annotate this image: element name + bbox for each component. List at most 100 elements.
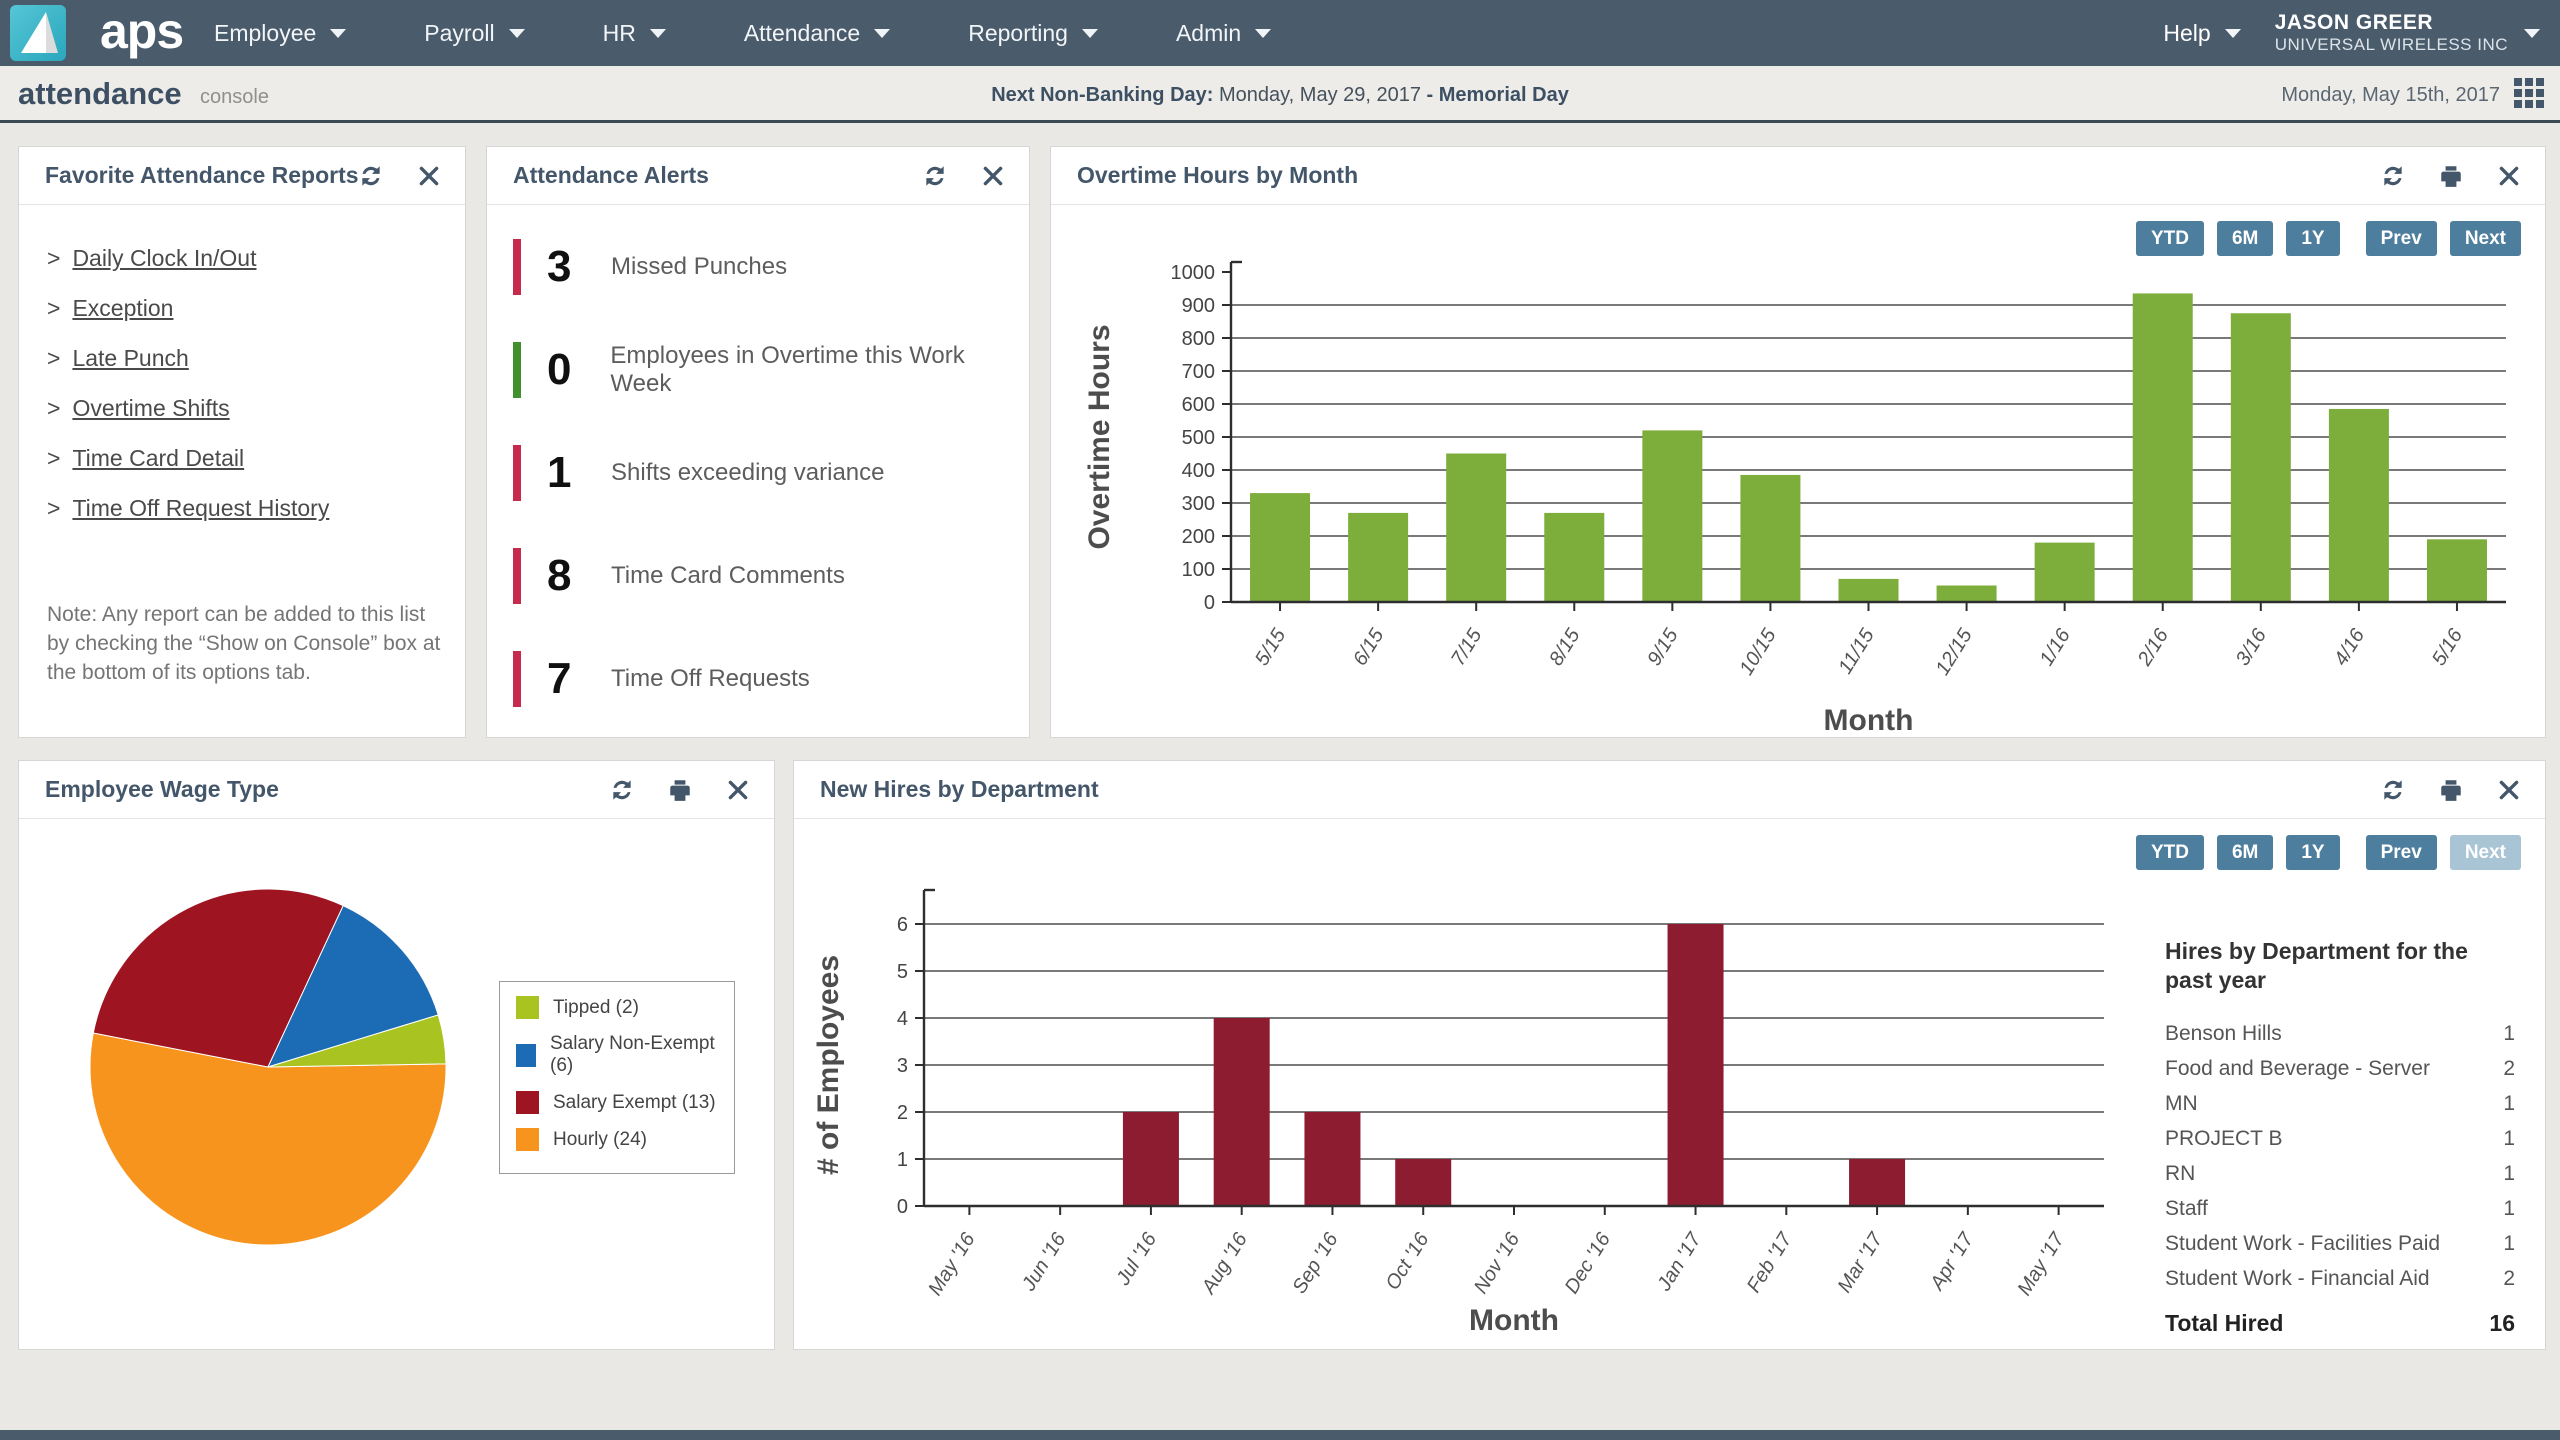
refresh-icon[interactable] [2379,162,2407,190]
range-button-next[interactable]: Next [2450,835,2521,870]
alert-status-bar [513,239,521,295]
close-icon[interactable] [2495,162,2523,190]
non-banking-day-banner: Next Non-Banking Day: Monday, May 29, 20… [991,84,1569,107]
bar-10-15 [1740,475,1800,602]
y-tick-label: 800 [1182,328,1215,350]
alert-label: Time Card Comments [611,562,845,590]
refresh-icon[interactable] [608,776,636,804]
user-menu[interactable]: JASON GREER UNIVERSAL WIRELESS INC [2275,11,2540,55]
close-icon[interactable] [415,162,443,190]
y-tick-label: 300 [1182,493,1215,515]
bar-4-16 [2329,409,2389,602]
panel-title: Overtime Hours by Month [1077,162,1358,189]
panel-title: Employee Wage Type [45,776,279,803]
y-tick-label: 5 [897,961,908,983]
y-tick-label: 700 [1182,361,1215,383]
range-button-6m[interactable]: 6M [2217,221,2273,256]
report-link-late-punch[interactable]: Late Punch [72,345,188,371]
current-date: Monday, May 15th, 2017 [2281,84,2500,107]
favorite-reports-list: >Daily Clock In/Out>Exception>Late Punch… [19,205,465,522]
alert-row-employees-in-overtime-this-work-week[interactable]: 0Employees in Overtime this Work Week [513,342,1029,398]
report-link-daily-clock-in-out[interactable]: Daily Clock In/Out [72,245,256,271]
dashboard-grid-icon[interactable] [2514,78,2544,108]
alerts-list: 3Missed Punches 0Employees in Overtime th… [487,205,1029,737]
range-button-1y[interactable]: 1Y [2286,221,2339,256]
y-tick-label: 400 [1182,460,1215,482]
report-link-time-card-detail[interactable]: Time Card Detail [72,445,244,471]
nav-item-label: Payroll [424,20,494,47]
hires-by-department-table: Hires by Department for the past year Be… [2165,937,2515,1337]
department-name: Benson Hills [2165,1021,2445,1047]
range-button-ytd[interactable]: YTD [2136,835,2204,870]
department-count: 1 [2503,1022,2515,1046]
bar-5-15 [1250,493,1310,602]
x-axis-title: Month [1824,704,1914,737]
nav-item-payroll[interactable]: Payroll [424,20,524,47]
print-icon[interactable] [2437,162,2465,190]
new-hires-panel: New Hires by Department YTD6M1YPrevNext … [793,760,2546,1350]
alert-status-bar [513,651,521,707]
panel-title: New Hires by Department [820,776,1099,803]
nav-item-admin[interactable]: Admin [1176,20,1271,47]
x-tick-label: Nov '16 [1470,1228,1525,1297]
range-button-ytd[interactable]: YTD [2136,221,2204,256]
refresh-icon[interactable] [2379,776,2407,804]
range-button-6m[interactable]: 6M [2217,835,2273,870]
x-tick-label: 5/15 [1251,624,1291,669]
nav-item-attendance[interactable]: Attendance [744,20,890,47]
x-tick-label: Dec '16 [1561,1228,1616,1297]
range-button-next[interactable]: Next [2450,221,2521,256]
brand-wordmark[interactable]: aps [100,2,183,60]
favorites-panel: Favorite Attendance Reports >Daily Clock… [18,146,466,738]
alerts-panel: Attendance Alerts 3Missed Punches0Employ… [486,146,1030,738]
x-tick-label: Apr '17 [1926,1228,1979,1294]
report-link-exception[interactable]: Exception [72,295,173,321]
nav-item-employee[interactable]: Employee [214,20,346,47]
user-company: UNIVERSAL WIRELESS INC [2275,35,2508,55]
range-button-prev[interactable]: Prev [2366,835,2437,870]
x-axis-title: Month [1469,1304,1559,1337]
table-row: RN1 [2165,1161,2515,1187]
table-row: Student Work - Facilities Paid1 [2165,1231,2515,1257]
aps-logo-icon[interactable] [10,5,66,61]
y-tick-label: 4 [897,1008,908,1030]
bar-11-15 [1839,579,1899,602]
close-icon[interactable] [979,162,1007,190]
alert-row-time-card-comments[interactable]: 8Time Card Comments [513,548,1029,604]
alert-label: Shifts exceeding variance [611,459,885,487]
bar-5-16 [2427,539,2487,602]
alert-row-missed-punches[interactable]: 3Missed Punches [513,239,1029,295]
range-button-prev[interactable]: Prev [2366,221,2437,256]
report-list-item: >Time Card Detail [47,445,465,472]
report-link-overtime-shifts[interactable]: Overtime Shifts [72,395,229,421]
total-value: 16 [2489,1310,2515,1337]
close-icon[interactable] [2495,776,2523,804]
table-row: PROJECT B1 [2165,1126,2515,1152]
refresh-icon[interactable] [357,162,385,190]
total-label: Total Hired [2165,1310,2283,1337]
overtime-panel: Overtime Hours by Month YTD6M1YPrevNext … [1050,146,2546,738]
nav-item-reporting[interactable]: Reporting [968,20,1098,47]
nav-item-hr[interactable]: HR [603,20,666,47]
print-icon[interactable] [666,776,694,804]
link-bullet: > [47,245,60,271]
banner-highlight: - Memorial Day [1427,84,1569,106]
print-icon[interactable] [2437,776,2465,804]
close-icon[interactable] [724,776,752,804]
wage-type-panel: Employee Wage Type Tipped (2)Salary Non-… [18,760,775,1350]
refresh-icon[interactable] [921,162,949,190]
chevron-down-icon [1082,29,1098,38]
alert-row-shifts-exceeding-variance[interactable]: 1Shifts exceeding variance [513,445,1029,501]
range-button-1y[interactable]: 1Y [2286,835,2339,870]
bar-12-15 [1937,586,1997,603]
user-name: JASON GREER [2275,11,2508,35]
y-tick-label: 0 [897,1196,908,1218]
help-menu[interactable]: Help [2163,20,2240,47]
y-tick-label: 100 [1182,559,1215,581]
table-heading: Hires by Department for the past year [2165,937,2515,995]
alert-row-time-off-requests[interactable]: 7Time Off Requests [513,651,1029,707]
chevron-down-icon [330,29,346,38]
x-tick-label: 1/16 [2036,624,2076,669]
report-link-time-off-request-history[interactable]: Time Off Request History [72,495,329,521]
bar-aug-16 [1214,1018,1270,1206]
